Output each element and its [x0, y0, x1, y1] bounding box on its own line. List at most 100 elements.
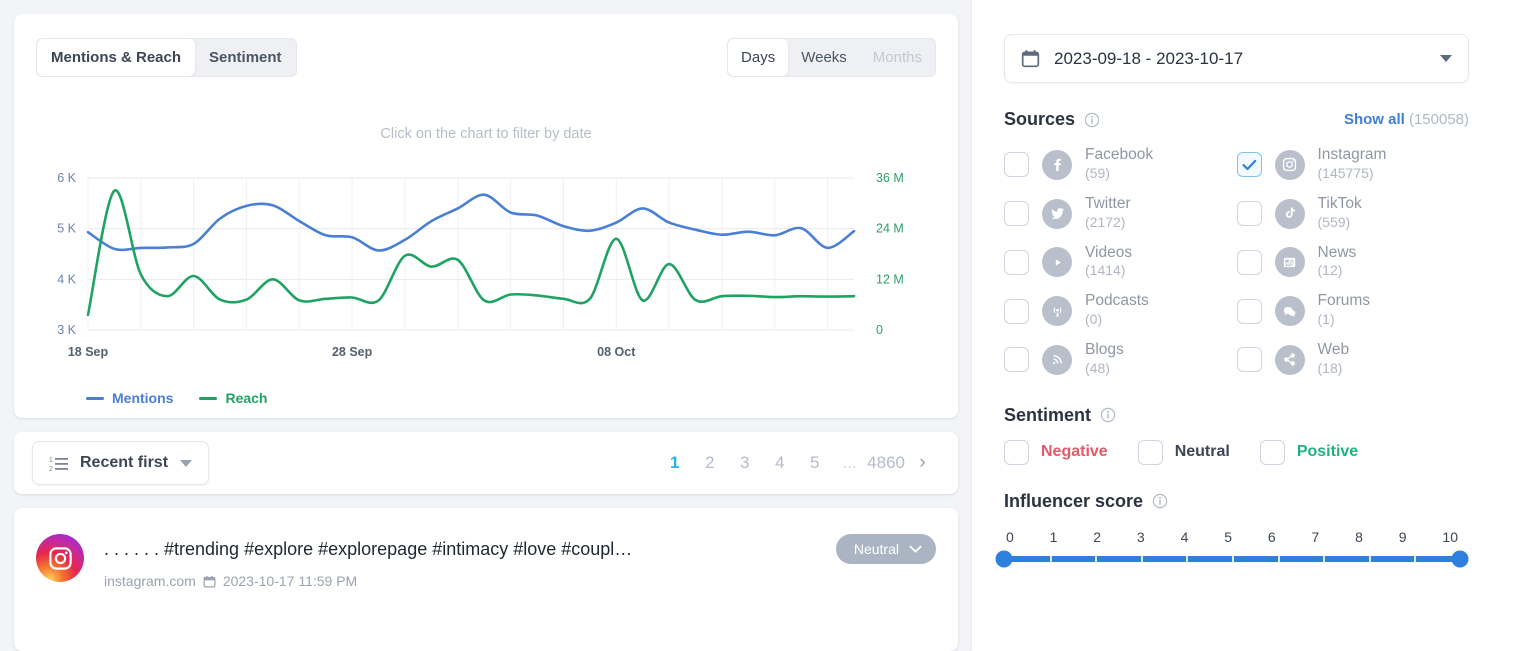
source-checkbox-web[interactable] — [1236, 347, 1262, 373]
slider-knob-max[interactable] — [1451, 550, 1469, 568]
show-all-link[interactable]: Show all — [1344, 111, 1405, 128]
sentiment-label: Positive — [1296, 443, 1359, 461]
instagram-icon — [1274, 149, 1305, 180]
slider-knob-min[interactable] — [995, 550, 1013, 568]
source-label-group: Blogs (48) — [1085, 341, 1124, 379]
pagination[interactable]: 1 2 3 4 5... 4860 › — [657, 448, 940, 478]
svg-text:2: 2 — [49, 466, 53, 472]
legend-label: Mentions — [112, 390, 174, 406]
chart-hint: Click on the chart to filter by date — [380, 126, 592, 142]
source-label-group: Instagram (145775) — [1318, 146, 1387, 184]
chart-legend: Mentions Reach — [86, 390, 267, 406]
source-filter-twitter[interactable]: Twitter (2172) — [1004, 195, 1237, 233]
source-label-group: News (12) — [1318, 244, 1357, 282]
influencer-score-slider[interactable]: 0 1 2 3 4 5 6 7 8 9 10 — [995, 529, 1469, 568]
sentiment-checkbox-negative[interactable] — [1004, 439, 1029, 465]
chart-svg[interactable]: 3 K 0 4 K 12 M 5 K 24 M 6 K 36 M 18 Sep 28 Sep 08 … — [36, 164, 946, 364]
source-checkbox-blogs[interactable] — [1004, 347, 1029, 373]
pagination-page-1[interactable]: 1 — [657, 449, 692, 477]
tiktok-icon — [1274, 198, 1305, 229]
source-filter-podcasts[interactable]: Podcasts (0) — [1004, 292, 1237, 330]
info-icon[interactable] — [1084, 112, 1100, 128]
pagination-page-3[interactable]: 3 — [727, 449, 762, 477]
legend-item-mentions[interactable]: Mentions — [86, 390, 173, 406]
chart-y2-tick: 0 — [876, 323, 883, 337]
source-name: Twitter — [1085, 194, 1131, 212]
sort-numeric-icon: 1 2 — [49, 457, 68, 472]
source-filter-instagram[interactable]: Instagram (145775) — [1236, 146, 1470, 184]
source-checkbox-forums[interactable] — [1236, 298, 1262, 324]
legend-item-reach[interactable]: Reach — [199, 390, 267, 406]
pagination-page-4860[interactable]: 4860 — [867, 449, 905, 477]
tab-days[interactable]: Days — [728, 39, 789, 76]
pagination-page-4[interactable]: 4 — [762, 449, 797, 477]
source-label-group: TikTok (559) — [1318, 195, 1362, 233]
list-item-header: . . . . . . #trending #explore #explorep… — [104, 534, 936, 564]
chart-granularity-tabs[interactable]: Days Weeks Months — [727, 38, 936, 77]
source-name: Blogs — [1085, 341, 1124, 358]
source-checkbox-news[interactable] — [1236, 249, 1262, 275]
source-checkbox-instagram[interactable] — [1236, 152, 1262, 178]
source-filter-blogs[interactable]: Blogs (48) — [1004, 341, 1237, 379]
legend-swatch — [199, 396, 218, 400]
post-title[interactable]: . . . . . . #trending #explore #explorep… — [104, 539, 818, 560]
source-count: (2172) — [1085, 213, 1126, 230]
chart-view-tabs[interactable]: Mentions & Reach Sentiment — [36, 38, 297, 77]
list-item[interactable]: . . . . . . #trending #explore #explorep… — [36, 534, 936, 589]
source-checkbox-videos[interactable] — [1004, 249, 1029, 275]
sentiment-filter-positive[interactable]: Positive — [1259, 439, 1359, 465]
info-icon[interactable] — [1100, 407, 1116, 423]
pagination-page-5[interactable]: 5 — [797, 449, 832, 477]
post-source[interactable]: instagram.com — [104, 573, 196, 589]
tab-sentiment[interactable]: Sentiment — [195, 39, 296, 76]
influencer-title: Influencer score — [1004, 490, 1144, 511]
sort-dropdown[interactable]: 1 2 Recent first — [32, 441, 210, 485]
tab-weeks[interactable]: Weeks — [788, 39, 860, 76]
pagination-page-2[interactable]: 2 — [692, 449, 727, 477]
sources-title: Sources — [1004, 109, 1076, 129]
source-filter-forums[interactable]: Forums (1) — [1236, 292, 1470, 330]
date-range-picker[interactable]: 2023-09-18 - 2023-10-17 — [1004, 34, 1469, 83]
source-filter-news[interactable]: News (12) — [1236, 244, 1470, 282]
chart-y2-tick: 12 M — [876, 272, 904, 286]
source-filter-videos[interactable]: Videos (1414) — [1004, 244, 1237, 282]
source-checkbox-twitter[interactable] — [1004, 201, 1029, 227]
news-icon — [1274, 247, 1305, 278]
sentiment-filter-neutral[interactable]: Neutral — [1137, 439, 1230, 465]
tab-mentions-reach[interactable]: Mentions & Reach — [37, 39, 196, 76]
post-date: 2023-10-17 11:59 PM — [222, 573, 358, 589]
source-label-group: Videos (1414) — [1085, 244, 1132, 282]
chart-y-tick: 3 K — [57, 323, 76, 337]
source-checkbox-tiktok[interactable] — [1236, 201, 1262, 227]
source-checkbox-podcasts[interactable] — [1004, 298, 1029, 324]
source-name: Videos — [1085, 243, 1133, 261]
sentiment-filters: Negative Neutral Positive — [1004, 439, 1469, 465]
list-controls-card: 1 2 Recent first 1 2 3 4 5... 4860 › — [14, 432, 958, 494]
influencer-title-group: Influencer score — [1004, 491, 1168, 512]
legend-swatch — [86, 396, 104, 400]
chevron-down-icon[interactable] — [1440, 55, 1452, 62]
source-name: News — [1317, 243, 1357, 261]
slider-track[interactable] — [995, 550, 1469, 568]
chart-x-tick: 28 Sep — [332, 345, 373, 359]
status-badge[interactable]: Neutral — [835, 534, 936, 564]
source-count: (0) — [1085, 311, 1103, 328]
chart-y2-tick: 36 M — [876, 171, 904, 185]
source-filter-facebook[interactable]: Facebook (59) — [1004, 146, 1237, 184]
sentiment-checkbox-neutral[interactable] — [1137, 439, 1163, 465]
chart-y-tick: 4 K — [57, 272, 76, 286]
source-name: TikTok — [1317, 194, 1362, 212]
source-filter-web[interactable]: Web (18) — [1236, 341, 1470, 379]
source-filter-tiktok[interactable]: TikTok (559) — [1236, 195, 1470, 233]
info-icon[interactable] — [1152, 493, 1168, 509]
show-all-sources[interactable]: Show all (150058) — [1344, 111, 1469, 128]
filters-panel: 2023-09-18 - 2023-10-17 Sources Show all… — [972, 0, 1527, 651]
sentiment-checkbox-positive[interactable] — [1259, 439, 1285, 465]
source-count: (59) — [1085, 164, 1110, 181]
chart-plot[interactable]: 3 K 0 4 K 12 M 5 K 24 M 6 K 36 M 18 Sep 28 Sep 08 … — [36, 164, 946, 364]
status-badge-label: Neutral — [853, 541, 899, 557]
pagination-next[interactable]: › — [905, 448, 940, 478]
sentiment-filter-negative[interactable]: Negative — [1004, 439, 1108, 465]
app-root: Mentions & Reach Sentiment Days Weeks Month… — [0, 0, 1527, 651]
source-checkbox-facebook[interactable] — [1004, 152, 1029, 178]
